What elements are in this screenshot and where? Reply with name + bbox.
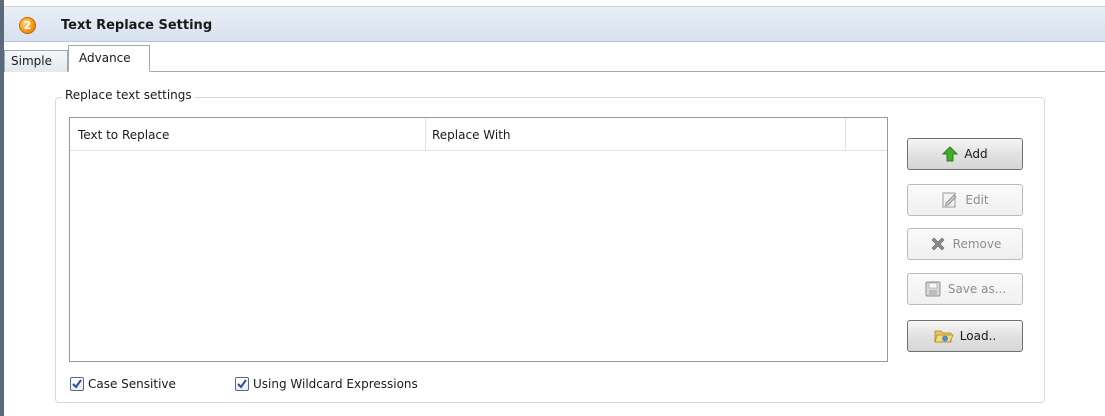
column-header-replace-with[interactable]: Replace With <box>426 118 846 151</box>
edit-button-label: Edit <box>965 193 989 207</box>
case-sensitive-checkbox-box[interactable] <box>70 377 84 391</box>
x-remove-icon <box>931 237 945 251</box>
load-button-label: Load.. <box>959 329 997 343</box>
tab-advance[interactable]: Advance <box>68 45 150 72</box>
add-button-label: Add <box>964 147 988 161</box>
load-button[interactable]: Load.. <box>907 320 1023 352</box>
group-legend: Replace text settings <box>62 88 195 102</box>
wildcard-checkbox-box[interactable] <box>235 377 249 391</box>
case-sensitive-label: Case Sensitive <box>88 377 176 391</box>
checkmark-icon <box>237 379 247 389</box>
remove-button-label: Remove <box>952 237 1002 251</box>
wildcard-checkbox[interactable]: Using Wildcard Expressions <box>235 377 418 391</box>
add-button[interactable]: Add <box>907 138 1023 170</box>
page-title: Text Replace Setting <box>61 18 213 33</box>
floppy-disk-icon <box>925 281 941 297</box>
tab-simple[interactable]: Simple <box>4 50 68 72</box>
wildcard-label: Using Wildcard Expressions <box>253 377 418 391</box>
column-header-filler <box>846 118 887 151</box>
list-header: Text to Replace Replace With <box>70 118 887 151</box>
green-up-arrow-icon <box>942 146 959 162</box>
folder-open-icon <box>934 330 954 343</box>
remove-button[interactable]: Remove <box>907 228 1023 260</box>
edit-document-icon <box>942 192 957 208</box>
column-header-text-to-replace[interactable]: Text to Replace <box>70 118 426 151</box>
save-as-button[interactable]: Save as... <box>907 273 1023 305</box>
replace-list[interactable]: Text to Replace Replace With <box>69 117 888 362</box>
checkmark-icon <box>72 379 82 389</box>
edit-button[interactable]: Edit <box>907 184 1023 216</box>
tab-baseline <box>4 71 1105 72</box>
case-sensitive-checkbox[interactable]: Case Sensitive <box>70 377 176 391</box>
step-number-badge: 2 <box>19 17 36 34</box>
dialog-header: 2 Text Replace Setting <box>4 6 1105 42</box>
tab-strip: Simple Advance <box>4 42 1105 72</box>
save-as-button-label: Save as... <box>947 282 1007 296</box>
